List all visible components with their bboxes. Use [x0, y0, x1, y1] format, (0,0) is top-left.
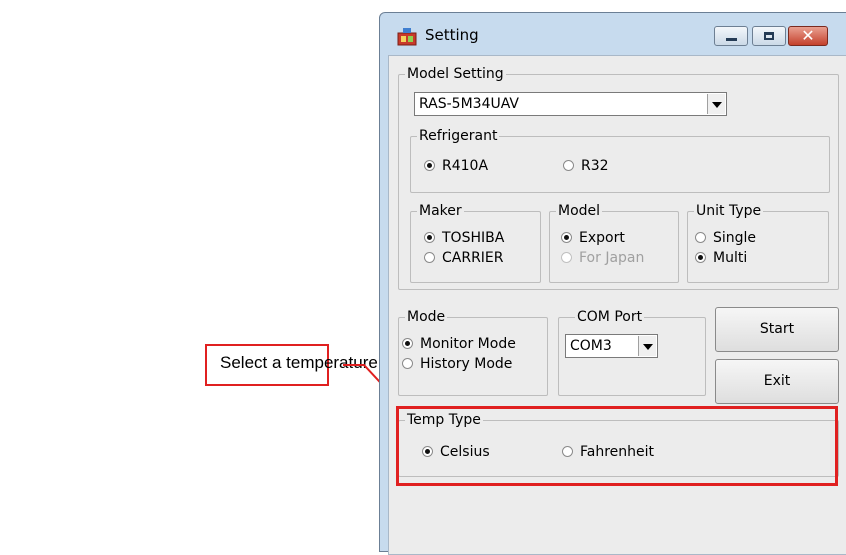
- model-group: Model Export For Japan: [549, 202, 679, 283]
- model-select[interactable]: RAS-5M34UAV: [414, 92, 727, 116]
- radio-for-japan-label: For Japan: [579, 250, 645, 266]
- radio-r410a[interactable]: R410A: [424, 157, 488, 175]
- refrigerant-label: Refrigerant: [417, 127, 500, 145]
- radio-indicator: [563, 160, 574, 171]
- radio-single[interactable]: Single: [695, 229, 756, 247]
- refrigerant-group: Refrigerant R410A R32: [410, 127, 830, 193]
- model-select-value: RAS-5M34UAV: [419, 96, 519, 112]
- model-select-dropdown-button[interactable]: [707, 94, 725, 114]
- com-port-dropdown-button[interactable]: [638, 336, 656, 356]
- radio-indicator: [402, 338, 413, 349]
- temp-type-highlight: [396, 406, 838, 486]
- window-title: Setting: [425, 26, 479, 44]
- unit-type-label: Unit Type: [694, 202, 764, 220]
- com-port-select[interactable]: COM3: [565, 334, 658, 358]
- radio-history-mode[interactable]: History Mode: [402, 355, 512, 373]
- radio-history-mode-label: History Mode: [420, 356, 513, 372]
- radio-for-japan: For Japan: [561, 249, 644, 267]
- mode-group: Mode Monitor Mode History Mode: [398, 308, 548, 396]
- title-bar: Setting ✕: [380, 13, 846, 55]
- minimize-button[interactable]: [714, 26, 748, 46]
- minimize-icon: [726, 38, 737, 41]
- radio-single-label: Single: [713, 230, 757, 246]
- com-port-value: COM3: [570, 338, 612, 354]
- maker-label: Maker: [417, 202, 464, 220]
- model-setting-label: Model Setting: [405, 65, 506, 83]
- mode-label: Mode: [405, 308, 448, 326]
- model-label: Model: [556, 202, 603, 220]
- radio-indicator: [695, 232, 706, 243]
- radio-multi-label: Multi: [713, 250, 748, 266]
- radio-indicator: [561, 232, 572, 243]
- unit-type-group: Unit Type Single Multi: [687, 202, 829, 283]
- exit-button[interactable]: Exit: [715, 359, 839, 404]
- radio-carrier[interactable]: CARRIER: [424, 249, 504, 267]
- com-port-label: COM Port: [575, 308, 645, 326]
- radio-toshiba-label: TOSHIBA: [442, 230, 505, 246]
- radio-indicator: [402, 358, 413, 369]
- radio-indicator: [424, 160, 435, 171]
- chevron-down-icon: [643, 344, 653, 350]
- radio-r410a-label: R410A: [442, 158, 489, 174]
- chevron-down-icon: [712, 102, 722, 108]
- radio-monitor-mode[interactable]: Monitor Mode: [402, 335, 516, 353]
- close-button[interactable]: ✕: [788, 26, 828, 46]
- radio-r32[interactable]: R32: [563, 157, 609, 175]
- radio-export-label: Export: [579, 230, 625, 246]
- radio-monitor-mode-label: Monitor Mode: [420, 336, 516, 352]
- radio-indicator: [695, 252, 706, 263]
- radio-r32-label: R32: [581, 158, 609, 174]
- maker-group: Maker TOSHIBA CARRIER: [410, 202, 541, 283]
- start-button[interactable]: Start: [715, 307, 839, 352]
- radio-indicator: [424, 232, 435, 243]
- radio-multi[interactable]: Multi: [695, 249, 747, 267]
- start-button-label: Start: [759, 321, 795, 337]
- radio-carrier-label: CARRIER: [442, 250, 504, 266]
- radio-export[interactable]: Export: [561, 229, 625, 247]
- app-icon: [397, 28, 417, 46]
- radio-indicator: [424, 252, 435, 263]
- com-port-group: COM Port COM3: [558, 308, 706, 396]
- exit-button-label: Exit: [763, 373, 791, 389]
- maximize-button[interactable]: [752, 26, 786, 46]
- model-setting-group: Model Setting RAS-5M34UAV Refrigerant R4…: [398, 65, 839, 290]
- radio-toshiba[interactable]: TOSHIBA: [424, 229, 504, 247]
- close-icon: ✕: [801, 26, 815, 45]
- radio-indicator: [561, 252, 572, 263]
- maximize-icon: [764, 32, 774, 40]
